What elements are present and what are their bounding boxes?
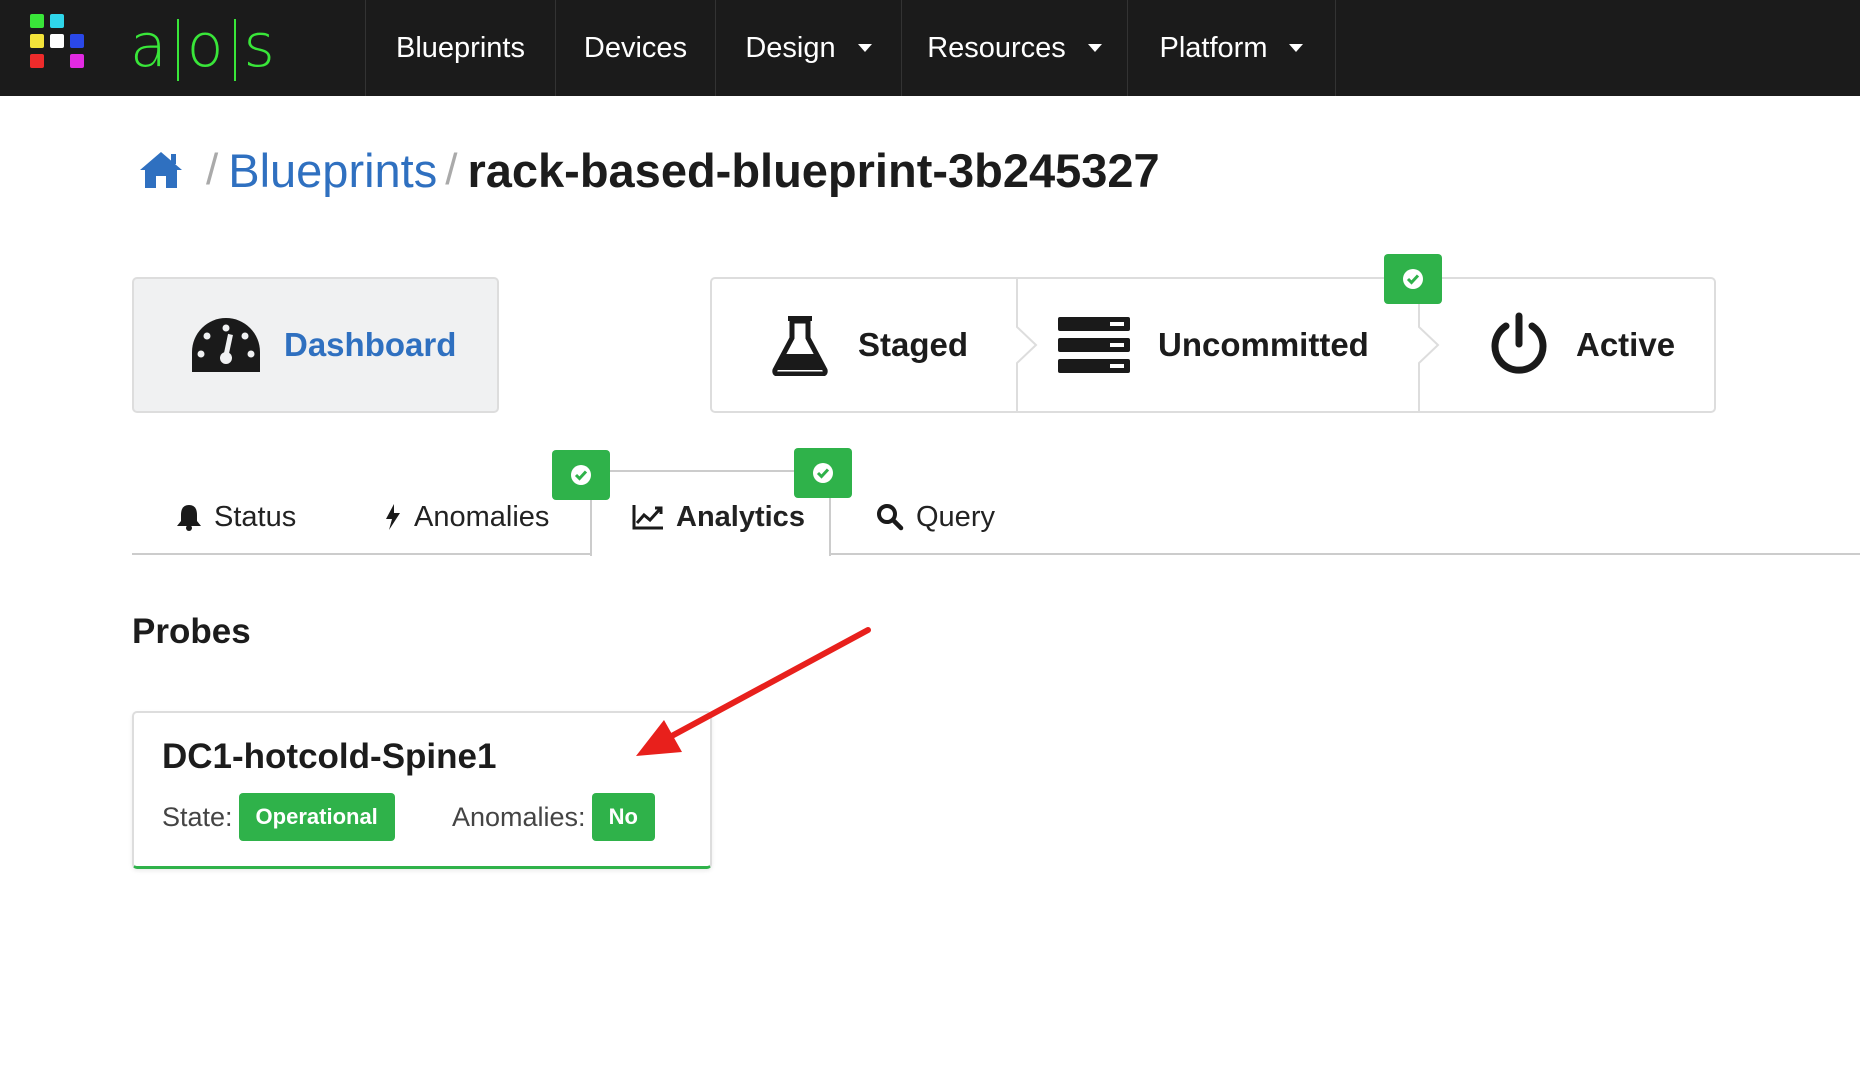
check-badge bbox=[552, 450, 610, 500]
tab-query-label: Query bbox=[916, 500, 995, 533]
breadcrumb-separator: / bbox=[445, 145, 458, 194]
state-uncommitted[interactable]: Uncommitted bbox=[1038, 279, 1418, 411]
tab-status-label: Status bbox=[214, 500, 297, 533]
check-circle-icon bbox=[1403, 269, 1423, 289]
nav-platform[interactable]: Platform bbox=[1127, 0, 1335, 96]
state-staged[interactable]: Staged bbox=[712, 279, 1017, 411]
dashboard-label: Dashboard bbox=[284, 326, 457, 363]
probe-anomalies-label: Anomalies: bbox=[452, 801, 586, 832]
status-badge-operational: Operational bbox=[238, 793, 395, 841]
nav-divider bbox=[1335, 0, 1336, 96]
status-badge-anomalies: No bbox=[591, 793, 655, 841]
chevron-down-icon bbox=[1289, 44, 1304, 52]
nav-blueprints-label: Blueprints bbox=[396, 31, 525, 64]
tab-analytics[interactable]: Analytics bbox=[632, 480, 805, 554]
breadcrumb-blueprints-link[interactable]: Blueprints bbox=[228, 143, 437, 198]
section-title-probes: Probes bbox=[132, 612, 251, 651]
tab-anomalies[interactable]: Anomalies bbox=[384, 480, 549, 554]
power-icon bbox=[1488, 312, 1550, 378]
probe-state: State: Operational bbox=[162, 793, 395, 841]
blueprint-state-switcher: Staged Uncommitted Active bbox=[710, 277, 1716, 413]
line-chart-icon bbox=[632, 504, 664, 530]
tab-status[interactable]: Status bbox=[176, 480, 296, 554]
bell-icon bbox=[176, 503, 202, 531]
check-badge bbox=[794, 448, 852, 498]
search-icon bbox=[876, 503, 904, 531]
state-active[interactable]: Active bbox=[1440, 279, 1714, 411]
top-navbar: aos Blueprints Devices Design Resources … bbox=[0, 0, 1860, 96]
tab-query[interactable]: Query bbox=[876, 480, 995, 554]
logo[interactable]: aos bbox=[130, 6, 277, 86]
breadcrumb: / Blueprints / rack-based-blueprint-3b24… bbox=[138, 140, 1160, 200]
nav-blueprints[interactable]: Blueprints bbox=[365, 0, 555, 96]
tab-analytics-label: Analytics bbox=[676, 500, 805, 533]
nav-resources[interactable]: Resources bbox=[901, 0, 1127, 96]
probe-anomalies: Anomalies: No bbox=[452, 793, 655, 841]
state-active-label: Active bbox=[1576, 326, 1676, 363]
nav-devices-label: Devices bbox=[583, 31, 688, 64]
chevron-down-icon bbox=[1087, 44, 1102, 52]
page-title: rack-based-blueprint-3b245327 bbox=[467, 143, 1160, 197]
home-icon[interactable] bbox=[138, 150, 184, 190]
nav-platform-label: Platform bbox=[1159, 31, 1268, 64]
probe-name: DC1-hotcold-Spine1 bbox=[162, 737, 497, 776]
check-circle-icon bbox=[813, 463, 833, 483]
dashboard-button[interactable]: Dashboard bbox=[132, 277, 499, 413]
chevron-right-icon bbox=[1016, 279, 1038, 411]
nav-design[interactable]: Design bbox=[715, 0, 901, 96]
server-stack-icon bbox=[1058, 317, 1130, 373]
chevron-down-icon bbox=[857, 44, 872, 52]
probe-state-label: State: bbox=[162, 801, 233, 832]
probe-card[interactable]: DC1-hotcold-Spine1 State: Operational An… bbox=[132, 711, 712, 869]
check-circle-icon bbox=[571, 465, 591, 485]
tab-anomalies-label: Anomalies bbox=[414, 500, 550, 533]
nav-resources-label: Resources bbox=[927, 31, 1066, 64]
state-staged-label: Staged bbox=[858, 326, 969, 363]
bolt-icon bbox=[384, 503, 402, 531]
state-uncommitted-label: Uncommitted bbox=[1158, 326, 1369, 363]
flask-icon bbox=[772, 314, 828, 376]
check-badge bbox=[1384, 254, 1442, 304]
logo-grid-icon bbox=[30, 14, 90, 74]
breadcrumb-separator: / bbox=[206, 145, 219, 194]
dashboard-gauge-icon bbox=[190, 316, 262, 374]
nav-devices[interactable]: Devices bbox=[555, 0, 715, 96]
nav-design-label: Design bbox=[745, 31, 836, 64]
